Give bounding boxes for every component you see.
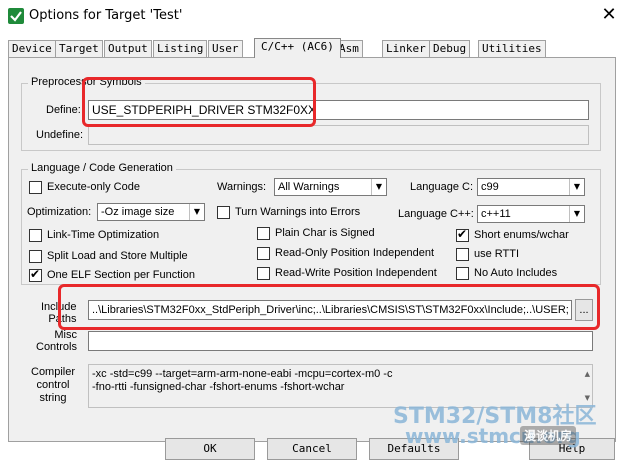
compiler-line2: -fno-rtti -funsigned-char -fshort-enums …	[92, 381, 345, 393]
chevron-down-icon: ▼	[189, 204, 204, 220]
compiler-label-line3: string	[39, 392, 67, 404]
tab-cpp-ac6[interactable]: C/C++ (AC6)	[254, 38, 341, 58]
plain-char-checkbox[interactable]	[257, 227, 270, 240]
optimization-select[interactable]: -Oz image size ▼	[97, 203, 205, 221]
warnings-select[interactable]: All Warnings ▼	[274, 178, 387, 196]
cancel-button[interactable]: Cancel	[267, 438, 357, 460]
misc-controls-input[interactable]	[88, 331, 593, 351]
undefine-label: Undefine:	[36, 129, 84, 141]
chevron-down-icon: ▼	[569, 179, 584, 195]
short-enums-label: Short enums/wchar	[474, 229, 569, 241]
warnings-value: All Warnings	[278, 181, 340, 193]
watermark-badge: 漫谈机房	[520, 426, 577, 445]
turn-warnings-errors-label: Turn Warnings into Errors	[235, 206, 361, 218]
language-c-select[interactable]: c99 ▼	[477, 178, 585, 196]
language-c-label: Language C:	[410, 181, 473, 193]
use-rtti-label: use RTTI	[474, 248, 520, 260]
app-icon	[8, 8, 24, 24]
compiler-label-line2: control	[36, 379, 70, 391]
language-cpp-select[interactable]: c++11 ▼	[477, 205, 585, 223]
compiler-label-line1: Compiler	[31, 366, 76, 378]
language-cpp-label: Language C++:	[398, 208, 474, 220]
title-bar: Options for Target 'Test' ✕	[0, 0, 625, 32]
misc-label-line2: Controls	[36, 341, 77, 353]
close-icon[interactable]: ✕	[598, 4, 620, 26]
tab-target[interactable]: Target	[55, 40, 103, 57]
include-highlight-box	[58, 284, 600, 330]
plain-char-label: Plain Char is Signed	[275, 227, 375, 239]
execute-only-label: Execute-only Code	[47, 181, 140, 193]
warnings-label: Warnings:	[217, 181, 267, 193]
one-elf-checkbox[interactable]: ✔	[29, 267, 42, 282]
scroll-up-icon[interactable]: ▲	[585, 368, 590, 381]
split-load-label: Split Load and Store Multiple	[47, 250, 188, 262]
define-highlight-box	[82, 77, 316, 127]
link-time-checkbox[interactable]	[29, 229, 42, 242]
tab-output[interactable]: Output	[104, 40, 152, 57]
define-label: Define:	[46, 104, 81, 116]
compiler-control-label: Compiler control string	[31, 366, 75, 405]
tab-debug[interactable]: Debug	[429, 40, 471, 57]
tab-user[interactable]: User	[208, 40, 243, 57]
compiler-line1: -xc -std=c99 --target=arm-arm-none-eabi …	[92, 368, 393, 380]
optimization-label: Optimization:	[27, 206, 92, 218]
turn-warnings-errors-checkbox[interactable]	[217, 206, 230, 219]
misc-controls-label: Misc Controls	[36, 329, 77, 353]
no-auto-includes-label: No Auto Includes	[474, 267, 558, 279]
chevron-down-icon: ▼	[371, 179, 386, 195]
read-only-pos-checkbox[interactable]	[257, 247, 270, 260]
read-only-pos-label: Read-Only Position Independent	[275, 247, 434, 259]
check-icon: ✔	[30, 267, 41, 281]
one-elf-label: One ELF Section per Function	[47, 269, 195, 281]
read-write-pos-checkbox[interactable]	[257, 267, 270, 280]
undefine-input[interactable]	[88, 125, 589, 145]
language-c-value: c99	[481, 181, 499, 193]
chevron-down-icon: ▼	[569, 206, 584, 222]
check-icon: ✔	[457, 227, 468, 241]
use-rtti-checkbox[interactable]	[456, 248, 469, 261]
execute-only-checkbox[interactable]	[29, 181, 42, 194]
tab-strip: Device Target Output Listing User C/C++ …	[8, 38, 618, 58]
no-auto-includes-checkbox[interactable]	[456, 267, 469, 280]
tab-device[interactable]: Device	[8, 40, 56, 57]
ok-button[interactable]: OK	[165, 438, 255, 460]
misc-label-line1: Misc	[54, 329, 77, 341]
tab-listing[interactable]: Listing	[153, 40, 208, 57]
language-cpp-value: c++11	[481, 208, 511, 220]
link-time-label: Link-Time Optimization	[47, 229, 160, 241]
short-enums-checkbox[interactable]: ✔	[456, 227, 469, 242]
tab-utilities[interactable]: Utilities	[478, 40, 546, 57]
optimization-value: -Oz image size	[101, 206, 175, 218]
split-load-checkbox[interactable]	[29, 250, 42, 263]
tab-linker[interactable]: Linker	[382, 40, 430, 57]
read-write-pos-label: Read-Write Position Independent	[275, 267, 437, 279]
window-title: Options for Target 'Test'	[29, 8, 183, 23]
language-group-title: Language / Code Generation	[28, 162, 176, 174]
